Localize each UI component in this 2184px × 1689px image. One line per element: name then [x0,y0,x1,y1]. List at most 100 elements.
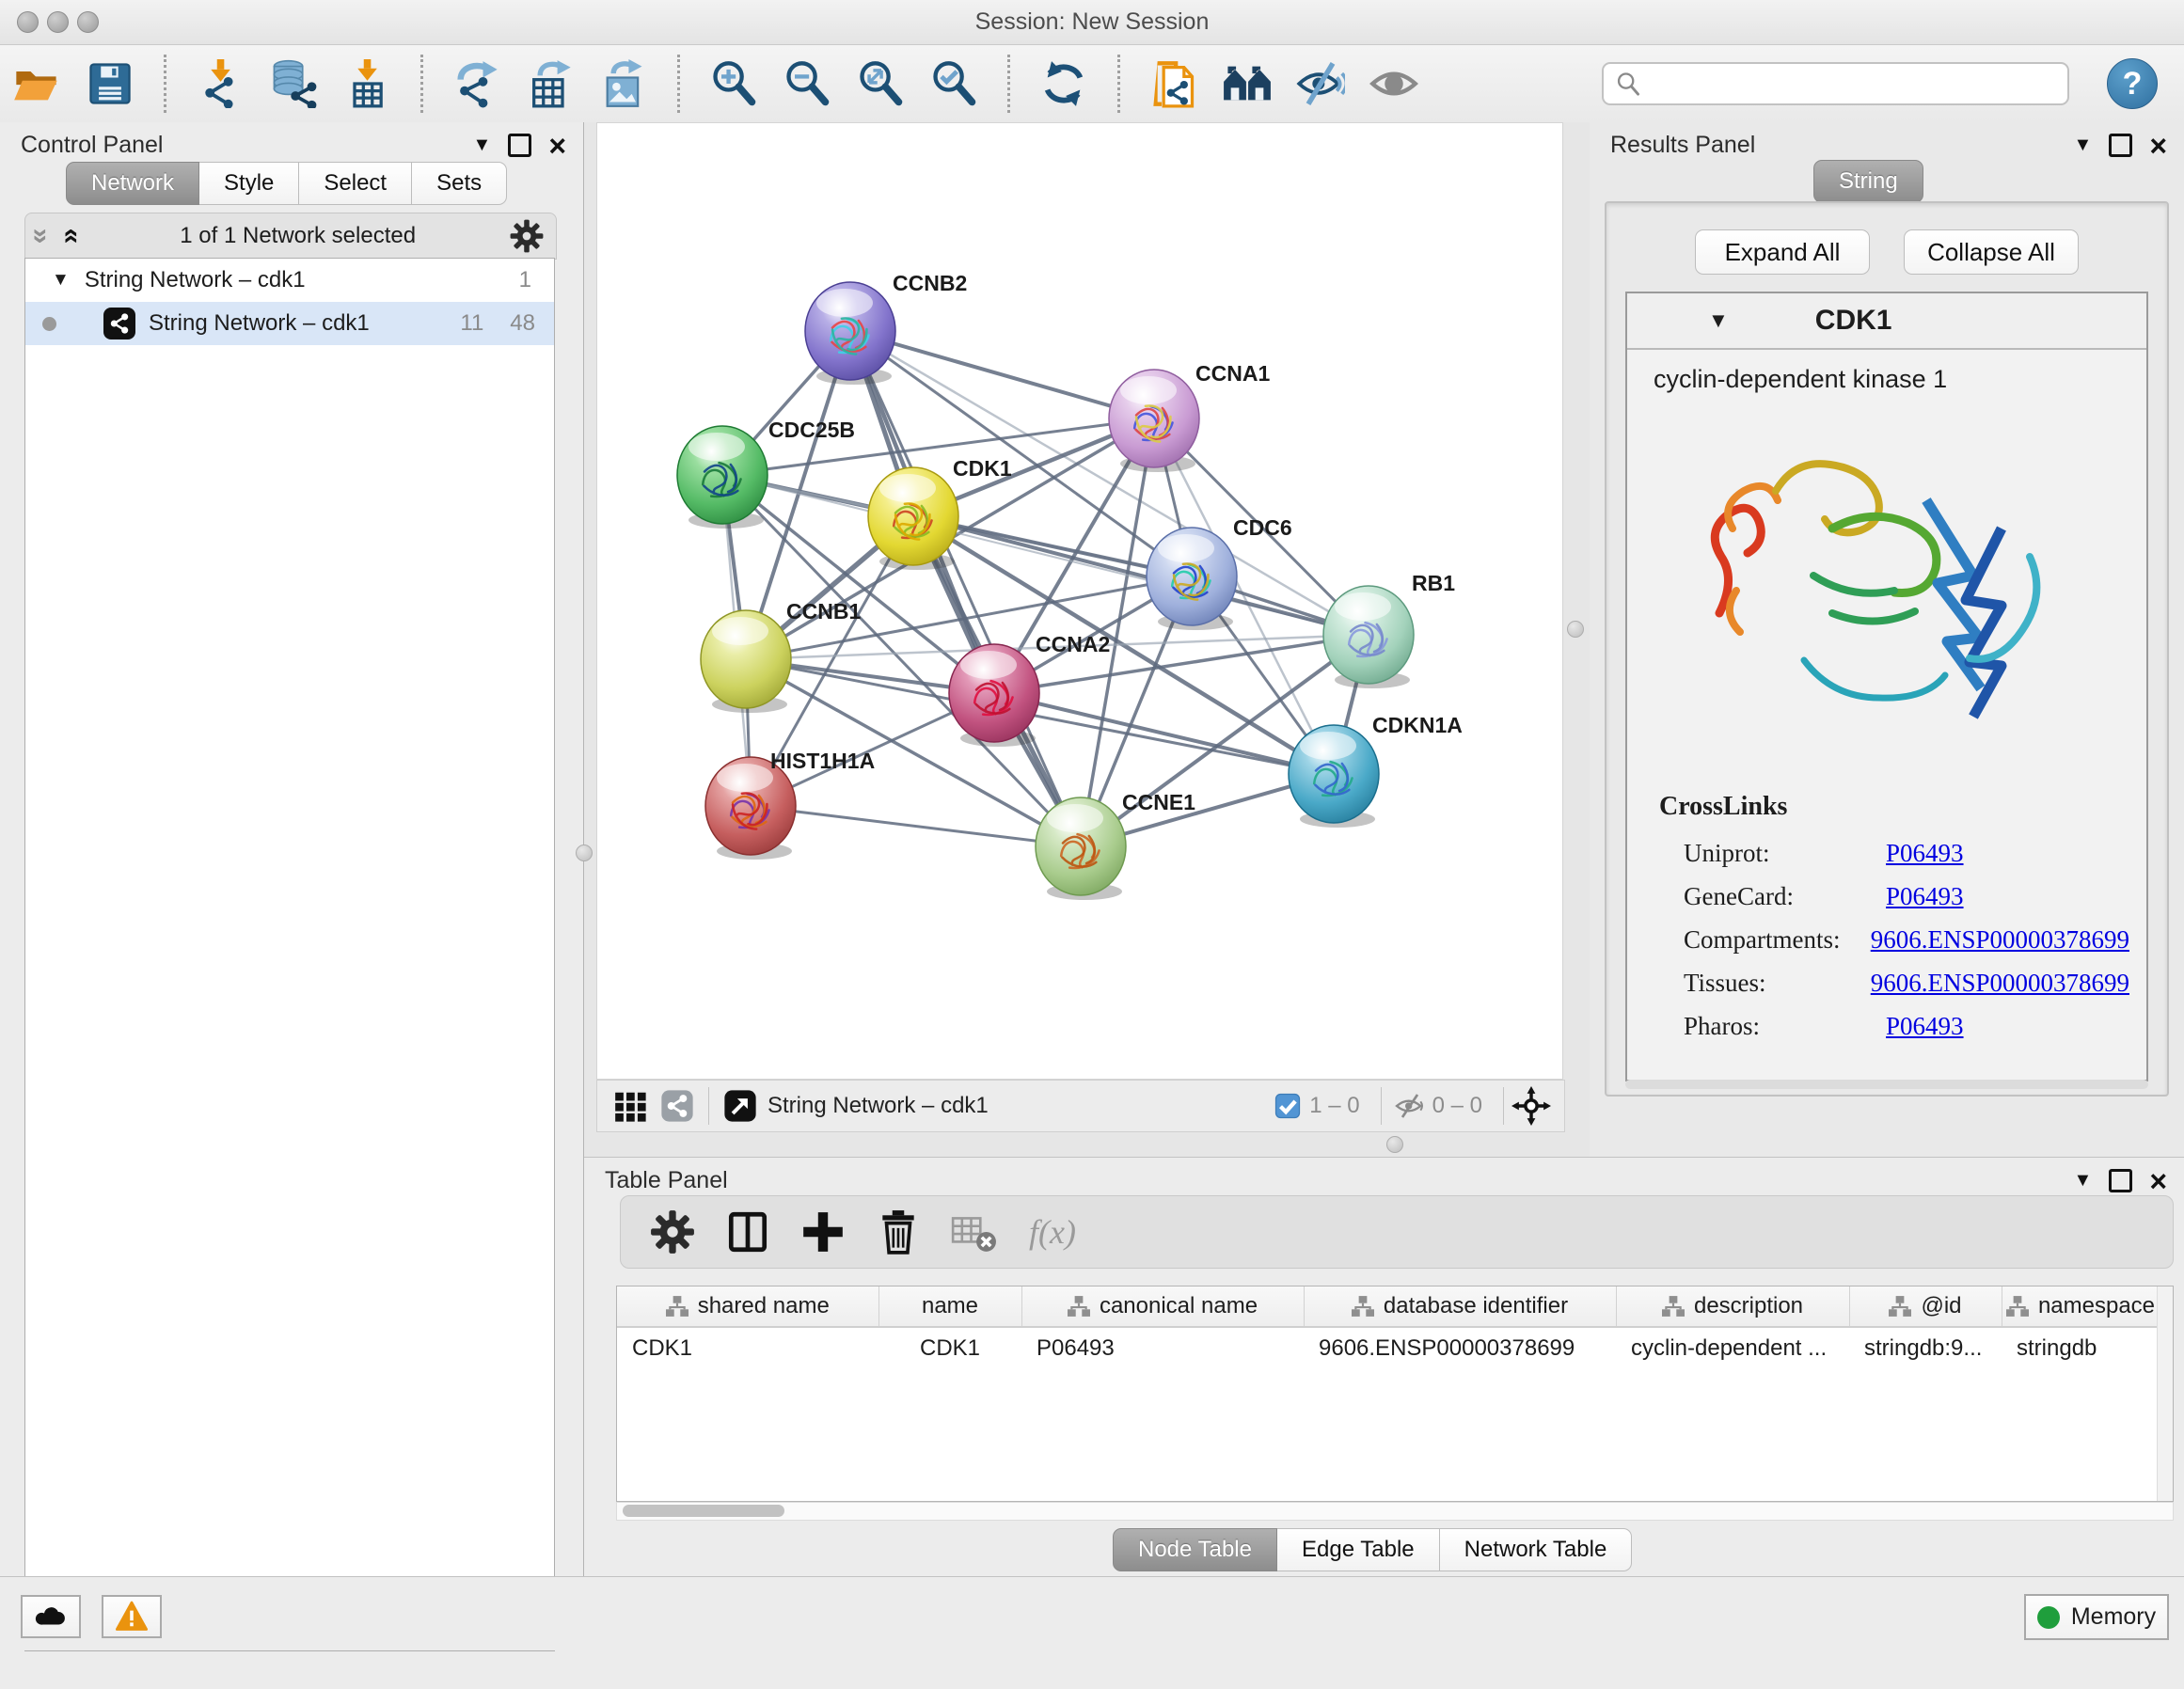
create-column-icon[interactable] [799,1208,847,1255]
right-splitter-handle[interactable] [1567,621,1584,638]
import-network-from-database-button[interactable] [266,54,321,114]
import-network-button[interactable] [193,54,247,114]
cell-canonical-name[interactable]: P06493 [1021,1327,1304,1369]
control-panel-maximize-icon[interactable] [508,134,531,157]
table-horizontal-scrollbar-thumb[interactable] [623,1505,784,1517]
zoom-out-button[interactable] [780,54,834,114]
new-network-from-selection-button[interactable] [1147,54,1201,114]
left-splitter-handle[interactable] [576,844,593,861]
table-row[interactable]: CDK1CDK1P064939606.ENSP00000378699cyclin… [617,1327,2160,1369]
zoom-selected-button[interactable] [926,54,981,114]
results-panel-close-icon[interactable]: × [2149,136,2167,155]
import-table-button[interactable] [340,54,394,114]
collection-expand-icon[interactable]: ▼ [52,270,70,291]
table-panel-close-icon[interactable]: × [2149,1172,2167,1191]
search-input[interactable] [1602,62,2069,105]
control-panel-close-icon[interactable]: × [548,136,566,155]
results-scrollbar[interactable] [1625,1080,2148,1089]
node-CDK1[interactable]: CDK1 [868,456,1012,570]
crosslink-link[interactable]: 9606.ENSP00000378699 [1871,961,2129,1004]
column-header-database-identifier[interactable]: database identifier [1304,1286,1616,1327]
column-header-canonical-name[interactable]: canonical name [1021,1286,1304,1327]
export-table-button[interactable] [523,54,578,114]
hide-selected-button[interactable] [1293,54,1348,114]
network-canvas[interactable]: CCNB2CCNA1CDC25BCDK1CDC6RB1CCNB1CCNA2CDK… [596,122,1563,1080]
crosslink-link[interactable]: P06493 [1886,1004,1964,1048]
table-options-gear-icon[interactable] [649,1208,696,1255]
refresh-button[interactable] [1037,54,1091,114]
crosslink-link[interactable]: P06493 [1886,831,1964,875]
table-panel-maximize-icon[interactable] [2109,1169,2132,1192]
tab-style[interactable]: Style [199,162,299,205]
node-CDC6[interactable]: CDC6 [1147,515,1292,630]
node-CDKN1A[interactable]: CDKN1A [1289,713,1463,828]
column-header-namespace[interactable]: namespace [2002,1286,2160,1327]
table-vertical-scrollbar[interactable] [2157,1286,2173,1501]
pan-crosshair-icon[interactable] [1511,1086,1551,1126]
cell-@id[interactable]: stringdb:9... [1849,1327,2002,1369]
delete-column-icon[interactable] [875,1208,922,1255]
cell-description[interactable]: cyclin-dependent ... [1616,1327,1849,1369]
help-button[interactable]: ? [2107,58,2158,109]
show-hidden-button[interactable] [1367,54,1421,114]
save-session-button[interactable] [83,54,137,114]
tab-node-table[interactable]: Node Table [1113,1528,1277,1571]
edge-CDK1-RB1[interactable] [913,516,1369,635]
cell-database-identifier[interactable]: 9606.ENSP00000378699 [1304,1327,1616,1369]
results-panel-float-icon[interactable]: ▼ [2074,134,2093,156]
tab-network[interactable]: Network [66,162,199,205]
network-row[interactable]: String Network – cdk1 11 48 [25,302,554,345]
collapse-all-networks-icon[interactable]: » [30,229,51,245]
expand-all-networks-icon[interactable]: « [61,229,82,245]
show-all-networks-button[interactable] [1220,54,1274,114]
crosslink-link[interactable]: P06493 [1886,875,1964,918]
tab-string[interactable]: String [1813,160,1923,203]
table-panel-float-icon[interactable]: ▼ [2074,1170,2093,1192]
edge-CCNB2-CCNA1[interactable] [850,331,1154,418]
string-network-graph[interactable]: CCNB2CCNA1CDC25BCDK1CDC6RB1CCNB1CCNA2CDK… [597,123,1562,1079]
edge-HIST1H1A-CCNE1[interactable] [751,806,1081,846]
tab-edge-table[interactable]: Edge Table [1277,1528,1440,1571]
collapse-all-button[interactable]: Collapse All [1904,229,2079,275]
network-collection-row[interactable]: ▼ String Network – cdk1 1 [25,259,554,302]
node-CCNB2[interactable]: CCNB2 [805,271,967,385]
cell-shared-name[interactable]: CDK1 [617,1327,878,1369]
memory-button[interactable]: Memory [2024,1594,2169,1640]
crosslink-link[interactable]: 9606.ENSP00000378699 [1871,918,2129,961]
zoom-in-button[interactable] [706,54,761,114]
zoom-fit-button[interactable] [853,54,908,114]
gene-card-collapse-icon[interactable]: ▼ [1708,308,1729,333]
edge-CCNB2-CCNE1[interactable] [850,331,1081,846]
network-share-view-icon[interactable] [659,1088,695,1124]
cell-name[interactable]: CDK1 [878,1327,1021,1369]
selected-count-checkbox-icon[interactable] [1274,1092,1302,1120]
cell-namespace[interactable]: stringdb [2002,1327,2160,1369]
tab-select[interactable]: Select [299,162,412,205]
network-grid-view-icon[interactable] [612,1088,648,1124]
results-panel-maximize-icon[interactable] [2109,134,2132,157]
delete-table-icon[interactable] [950,1208,997,1255]
export-image-button[interactable] [596,54,651,114]
cloud-status-button[interactable] [21,1595,81,1638]
node-HIST1H1A[interactable]: HIST1H1A [705,749,875,860]
node-CCNE1[interactable]: CCNE1 [1036,790,1195,900]
column-header-shared-name[interactable]: shared name [617,1286,878,1327]
expand-all-button[interactable]: Expand All [1695,229,1870,275]
warnings-button[interactable] [102,1595,162,1638]
tab-sets[interactable]: Sets [412,162,507,205]
control-panel-float-icon[interactable]: ▼ [473,134,492,156]
export-network-button[interactable] [450,54,504,114]
column-header-description[interactable]: description [1616,1286,1849,1327]
node-RB1[interactable]: RB1 [1323,571,1455,688]
column-header-@id[interactable]: @id [1849,1286,2002,1327]
bottom-splitter-handle[interactable] [1386,1136,1403,1153]
tab-network-table[interactable]: Network Table [1440,1528,1633,1571]
birds-eye-view-icon[interactable] [722,1088,758,1124]
open-session-button[interactable] [9,54,64,114]
gene-card-header[interactable]: ▼ CDK1 [1627,293,2146,350]
network-options-gear-icon[interactable] [509,218,545,254]
show-columns-icon[interactable] [724,1208,771,1255]
table-horizontal-scrollbar[interactable] [616,1502,2174,1521]
column-header-name[interactable]: name [878,1286,1021,1327]
function-builder-icon[interactable]: f(x) [1029,1212,1076,1252]
